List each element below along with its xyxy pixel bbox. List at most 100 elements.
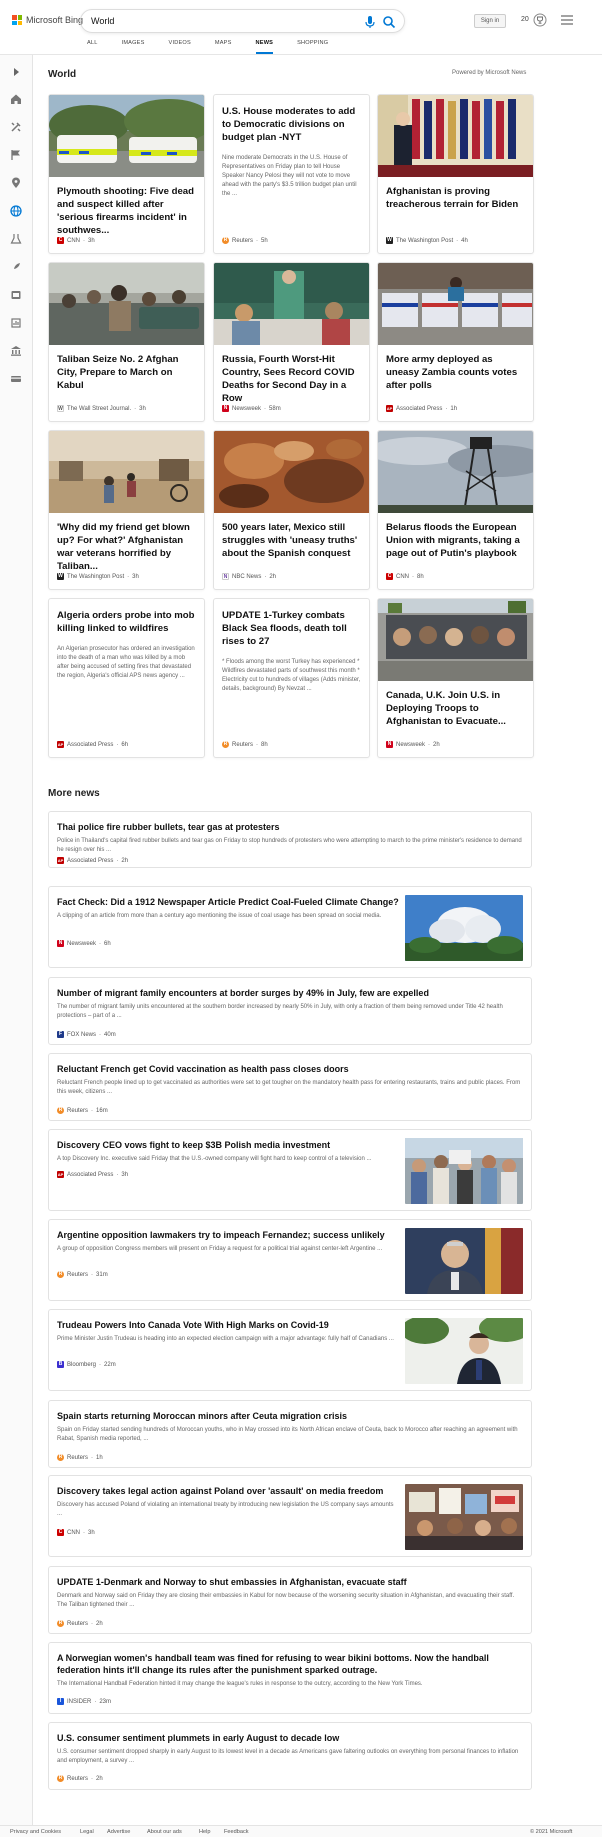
- news-card-title[interactable]: Canada, U.K. Join U.S. in Deploying Troo…: [378, 689, 533, 728]
- news-card-title[interactable]: Taliban Seize No. 2 Afghan City, Prepare…: [49, 353, 204, 392]
- search-icon[interactable]: [382, 15, 396, 29]
- header-divider: [0, 54, 602, 55]
- entertainment-icon[interactable]: [9, 288, 23, 302]
- home-icon[interactable]: [9, 92, 23, 106]
- news-card[interactable]: More army deployed as uneasy Zambia coun…: [377, 262, 534, 422]
- more-news-title[interactable]: Discovery takes legal action against Pol…: [57, 1485, 407, 1497]
- rewards-points[interactable]: 20: [521, 16, 529, 23]
- more-news-item[interactable]: Discovery CEO vows fight to keep $3B Pol…: [48, 1129, 532, 1211]
- location-pin-icon[interactable]: [9, 176, 23, 190]
- source-name: Reuters: [67, 1620, 89, 1627]
- finance-icon[interactable]: [9, 316, 23, 330]
- news-card-title[interactable]: Plymouth shooting: Five dead and suspect…: [49, 185, 204, 237]
- footer-link-privacy[interactable]: Privacy and Cookies: [10, 1829, 61, 1835]
- more-news-title[interactable]: Argentine opposition lawmakers try to im…: [57, 1229, 407, 1241]
- more-news-title[interactable]: Fact Check: Did a 1912 Newspaper Article…: [57, 896, 407, 908]
- news-card-title[interactable]: Afghanistan is proving treacherous terra…: [378, 185, 533, 211]
- search-input[interactable]: World: [91, 16, 114, 26]
- more-news-title[interactable]: UPDATE 1-Denmark and Norway to shut emba…: [57, 1576, 407, 1588]
- more-news-item[interactable]: U.S. consumer sentiment plummets in earl…: [48, 1722, 532, 1790]
- more-news-item[interactable]: UPDATE 1-Denmark and Norway to shut emba…: [48, 1566, 532, 1634]
- more-news-title[interactable]: Number of migrant family encounters at b…: [57, 987, 429, 999]
- bing-logo[interactable]: Microsoft Bing: [12, 15, 83, 25]
- news-card[interactable]: Algeria orders probe into mob killing li…: [48, 598, 205, 758]
- footer-link-about-ads[interactable]: About our ads: [147, 1829, 182, 1835]
- news-card[interactable]: Canada, U.K. Join U.S. in Deploying Troo…: [377, 598, 534, 758]
- footer-link-legal[interactable]: Legal: [80, 1829, 94, 1835]
- news-card-title[interactable]: Russia, Fourth Worst-Hit Country, Sees R…: [214, 353, 369, 405]
- more-news-item[interactable]: Thai police fire rubber bullets, tear ga…: [48, 811, 532, 868]
- source-time: 8h: [417, 573, 424, 580]
- news-card[interactable]: 500 years later, Mexico still struggles …: [213, 430, 370, 590]
- tab-all[interactable]: ALL: [87, 37, 98, 54]
- news-card-title[interactable]: 500 years later, Mexico still struggles …: [214, 521, 369, 560]
- tab-images[interactable]: IMAGES: [122, 37, 145, 54]
- more-news-title[interactable]: Spain starts returning Moroccan minors a…: [57, 1410, 347, 1422]
- more-news-item[interactable]: Discovery takes legal action against Pol…: [48, 1475, 532, 1557]
- more-news-item[interactable]: Number of migrant family encounters at b…: [48, 977, 532, 1045]
- news-card[interactable]: Afghanistan is proving treacherous terra…: [377, 94, 534, 254]
- more-news-title[interactable]: U.S. consumer sentiment plummets in earl…: [57, 1732, 339, 1744]
- footer-link-feedback[interactable]: Feedback: [224, 1829, 249, 1835]
- tab-videos[interactable]: VIDEOS: [169, 37, 191, 54]
- source-time: 2h: [433, 741, 440, 748]
- more-news-item[interactable]: Reluctant French get Covid vaccination a…: [48, 1053, 532, 1121]
- footer-link-advertise[interactable]: Advertise: [107, 1829, 130, 1835]
- news-card-image: [378, 95, 533, 177]
- more-news-item[interactable]: Trudeau Powers Into Canada Vote With Hig…: [48, 1309, 532, 1391]
- card-icon[interactable]: [9, 372, 23, 386]
- science-icon[interactable]: [9, 232, 23, 246]
- news-card[interactable]: U.S. House moderates to add to Democrati…: [213, 94, 370, 254]
- news-card-image: [214, 263, 369, 345]
- rocket-icon[interactable]: [9, 260, 23, 274]
- more-news-item[interactable]: Argentine opposition lawmakers try to im…: [48, 1219, 532, 1301]
- tab-news[interactable]: NEWS: [255, 37, 274, 54]
- expand-arrow-icon[interactable]: [9, 65, 23, 79]
- source-time: 3h: [88, 237, 95, 244]
- more-news-title[interactable]: A Norwegian women's handball team was fi…: [57, 1652, 517, 1676]
- news-card[interactable]: UPDATE 1-Turkey combats Black Sea floods…: [213, 598, 370, 758]
- rewards-trophy-icon[interactable]: [533, 13, 547, 27]
- news-card[interactable]: 'Why did my friend get blown up? For wha…: [48, 430, 205, 590]
- more-news-item[interactable]: A Norwegian women's handball team was fi…: [48, 1642, 532, 1714]
- news-card[interactable]: Taliban Seize No. 2 Afghan City, Prepare…: [48, 262, 205, 422]
- more-news-source: F FOX News · 40m: [57, 1031, 116, 1038]
- bank-icon[interactable]: [9, 344, 23, 358]
- news-card[interactable]: Plymouth shooting: Five dead and suspect…: [48, 94, 205, 254]
- source-name: Reuters: [67, 1454, 89, 1461]
- news-card-title[interactable]: U.S. House moderates to add to Democrati…: [214, 105, 369, 144]
- more-news-title[interactable]: Reluctant French get Covid vaccination a…: [57, 1063, 349, 1075]
- news-card-title[interactable]: More army deployed as uneasy Zambia coun…: [378, 353, 533, 392]
- more-news-item[interactable]: Fact Check: Did a 1912 Newspaper Article…: [48, 886, 532, 968]
- flag-icon[interactable]: [9, 148, 23, 162]
- source-name: Reuters: [67, 1271, 89, 1278]
- tools-icon[interactable]: [9, 120, 23, 134]
- more-news-title[interactable]: Discovery CEO vows fight to keep $3B Pol…: [57, 1139, 407, 1151]
- source-name: CNN: [67, 237, 80, 244]
- powered-by[interactable]: Powered by Microsoft News: [452, 70, 526, 76]
- microphone-icon[interactable]: [364, 15, 376, 29]
- more-news-thumbnail: [405, 1228, 523, 1294]
- more-news-item[interactable]: Spain starts returning Moroccan minors a…: [48, 1400, 532, 1468]
- tab-maps[interactable]: MAPS: [215, 37, 232, 54]
- more-news-snippet: Police in Thailand's capital fired rubbe…: [57, 838, 522, 853]
- source-time: 2h: [269, 573, 277, 580]
- footer-link-help[interactable]: Help: [199, 1829, 211, 1835]
- search-box[interactable]: World: [80, 9, 405, 33]
- sign-in-button[interactable]: Sign in: [474, 14, 506, 28]
- more-news-title[interactable]: Thai police fire rubber bullets, tear ga…: [57, 821, 280, 833]
- source-name: Newsweek: [396, 741, 426, 748]
- news-card[interactable]: Russia, Fourth Worst-Hit Country, Sees R…: [213, 262, 370, 422]
- globe-icon[interactable]: [9, 204, 23, 218]
- news-card-title[interactable]: Belarus floods the European Union with m…: [378, 521, 533, 560]
- news-card[interactable]: Belarus floods the European Union with m…: [377, 430, 534, 590]
- hamburger-menu-icon[interactable]: [561, 15, 573, 25]
- news-card-title[interactable]: 'Why did my friend get blown up? For wha…: [49, 521, 204, 573]
- source-time: 2h: [121, 857, 129, 864]
- street-scene-photo: [49, 431, 204, 513]
- more-news-title[interactable]: Trudeau Powers Into Canada Vote With Hig…: [57, 1319, 407, 1331]
- news-card-title[interactable]: UPDATE 1-Turkey combats Black Sea floods…: [214, 609, 369, 648]
- news-card-title[interactable]: Algeria orders probe into mob killing li…: [49, 609, 204, 635]
- tab-shopping[interactable]: SHOPPING: [297, 37, 328, 54]
- news-card-source: N NBC News · 2h: [222, 573, 277, 580]
